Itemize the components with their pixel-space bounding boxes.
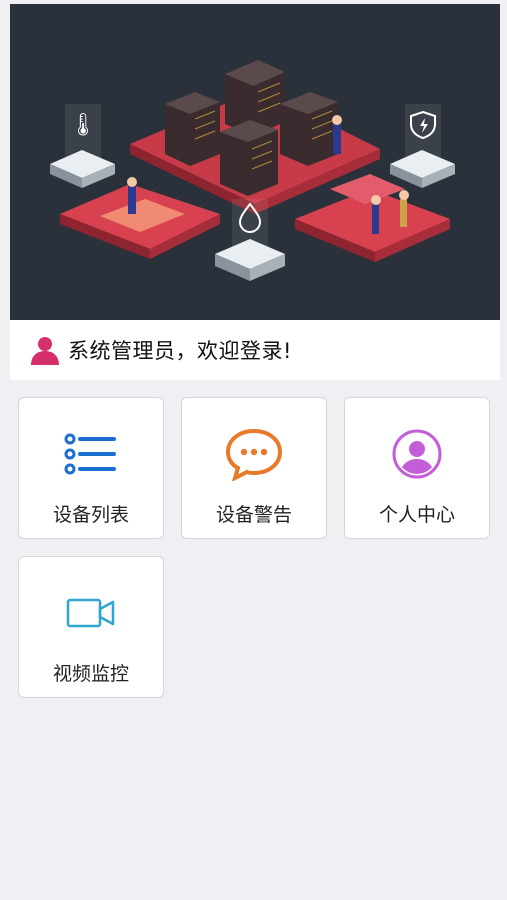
device-alarm-label: 设备警告 xyxy=(215,504,292,526)
data-center-illustration: 🌡 xyxy=(50,60,455,281)
welcome-bar: 系统管理员，欢迎登录! xyxy=(10,320,500,380)
video-camera-icon xyxy=(66,585,116,641)
video-monitor-label: 视频监控 xyxy=(52,663,129,685)
device-list-label: 设备列表 xyxy=(52,504,129,526)
personal-center-tile[interactable]: 个人中心 xyxy=(344,397,490,539)
device-list-tile[interactable]: 设备列表 xyxy=(18,397,164,539)
welcome-text: 系统管理员，欢迎登录! xyxy=(68,339,292,363)
personal-center-label: 个人中心 xyxy=(378,504,455,526)
device-alarm-tile[interactable]: 设备警告 xyxy=(181,397,327,539)
svg-text:🌡: 🌡 xyxy=(69,113,97,138)
list-icon xyxy=(64,426,118,482)
video-monitor-tile[interactable]: 视频监控 xyxy=(18,556,164,698)
chat-bubble-icon xyxy=(225,426,283,482)
banner-illustration: 🌡 xyxy=(10,4,500,320)
user-avatar-icon xyxy=(31,337,59,365)
user-circle-icon xyxy=(391,426,443,482)
